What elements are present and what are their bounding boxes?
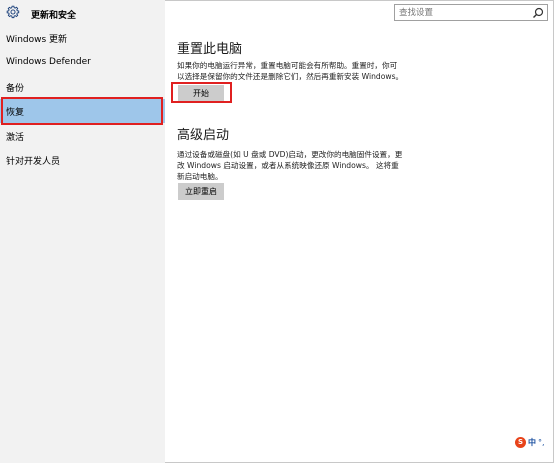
sidebar-item-windows-defender[interactable]: Windows Defender — [0, 50, 165, 74]
get-started-button[interactable]: 开始 — [178, 85, 224, 102]
sidebar: 更新和安全 Windows 更新 Windows Defender 备份 恢复 … — [0, 0, 165, 463]
advanced-desc-line: 改 Windows 启动设置，或者从系统映像还原 Windows。 这将重 — [177, 161, 399, 170]
sidebar-item-activation[interactable]: 激活 — [0, 124, 165, 148]
sidebar-item-recovery[interactable]: 恢复 — [0, 99, 165, 123]
advanced-startup-title: 高级启动 — [177, 128, 230, 143]
reset-pc-description: 如果你的电脑运行异常，重置电脑可能会有所帮助。重置时，你可 以选择是保留你的文件… — [177, 60, 417, 82]
advanced-desc-line: 通过设备或磁盘(如 U 盘或 DVD)启动，更改你的电脑固件设置，更 — [177, 150, 403, 159]
restart-now-button[interactable]: 立即重启 — [178, 183, 224, 200]
sogou-logo-icon: S — [515, 436, 526, 448]
ime-indicator[interactable]: S 中 °, — [515, 434, 551, 450]
reset-desc-line: 如果你的电脑运行异常，重置电脑可能会有所帮助。重置时，你可 — [177, 61, 398, 70]
search-input[interactable] — [395, 5, 527, 20]
sidebar-item-windows-update[interactable]: Windows 更新 — [0, 26, 165, 50]
ime-language: 中 — [528, 437, 536, 447]
reset-pc-title: 重置此电脑 — [177, 42, 243, 57]
search-icon[interactable] — [532, 7, 544, 19]
ime-punctuation: °, — [538, 437, 545, 447]
gear-icon — [6, 5, 20, 19]
reset-desc-line: 以选择是保留你的文件还是删除它们，然后再重新安装 Windows。 — [177, 72, 404, 81]
sidebar-item-backup[interactable]: 备份 — [0, 75, 165, 99]
app-title: 更新和安全 — [31, 11, 77, 21]
advanced-startup-description: 通过设备或磁盘(如 U 盘或 DVD)启动，更改你的电脑固件设置，更 改 Win… — [177, 149, 417, 182]
sidebar-item-for-developers[interactable]: 针对开发人员 — [0, 148, 165, 172]
advanced-desc-line: 新启动电脑。 — [177, 172, 223, 181]
app-header: 更新和安全 — [0, 0, 165, 26]
search-box[interactable] — [394, 4, 548, 21]
